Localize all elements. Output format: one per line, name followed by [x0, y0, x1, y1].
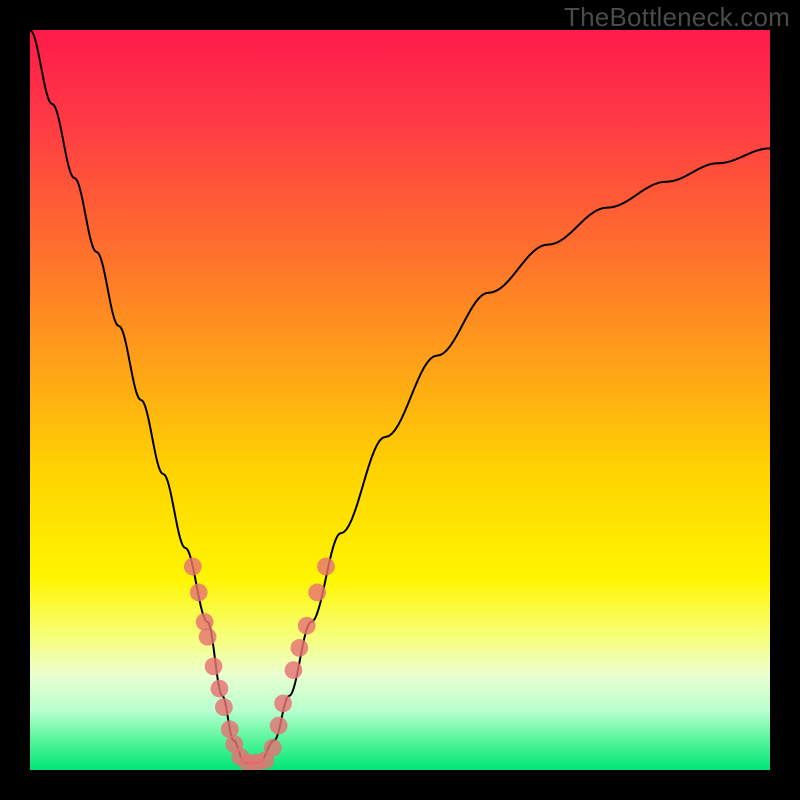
- marker-dot: [270, 717, 288, 735]
- marker-dot: [317, 558, 335, 576]
- marker-dot: [211, 680, 229, 698]
- watermark-text: TheBottleneck.com: [564, 2, 790, 33]
- chart-svg: [30, 30, 770, 770]
- marker-dot: [199, 628, 217, 646]
- marker-dot: [190, 584, 208, 602]
- plot-area: [30, 30, 770, 770]
- marker-dot: [274, 695, 292, 713]
- marker-dot: [215, 698, 233, 716]
- marker-dot: [290, 639, 308, 657]
- marker-dot: [205, 658, 223, 676]
- marker-dot: [285, 661, 303, 679]
- marker-dot: [196, 613, 214, 631]
- chart-container: TheBottleneck.com: [0, 0, 800, 800]
- marker-dot: [308, 584, 326, 602]
- marker-dot: [264, 739, 282, 757]
- marker-dot: [184, 558, 202, 576]
- marker-dot: [298, 617, 316, 635]
